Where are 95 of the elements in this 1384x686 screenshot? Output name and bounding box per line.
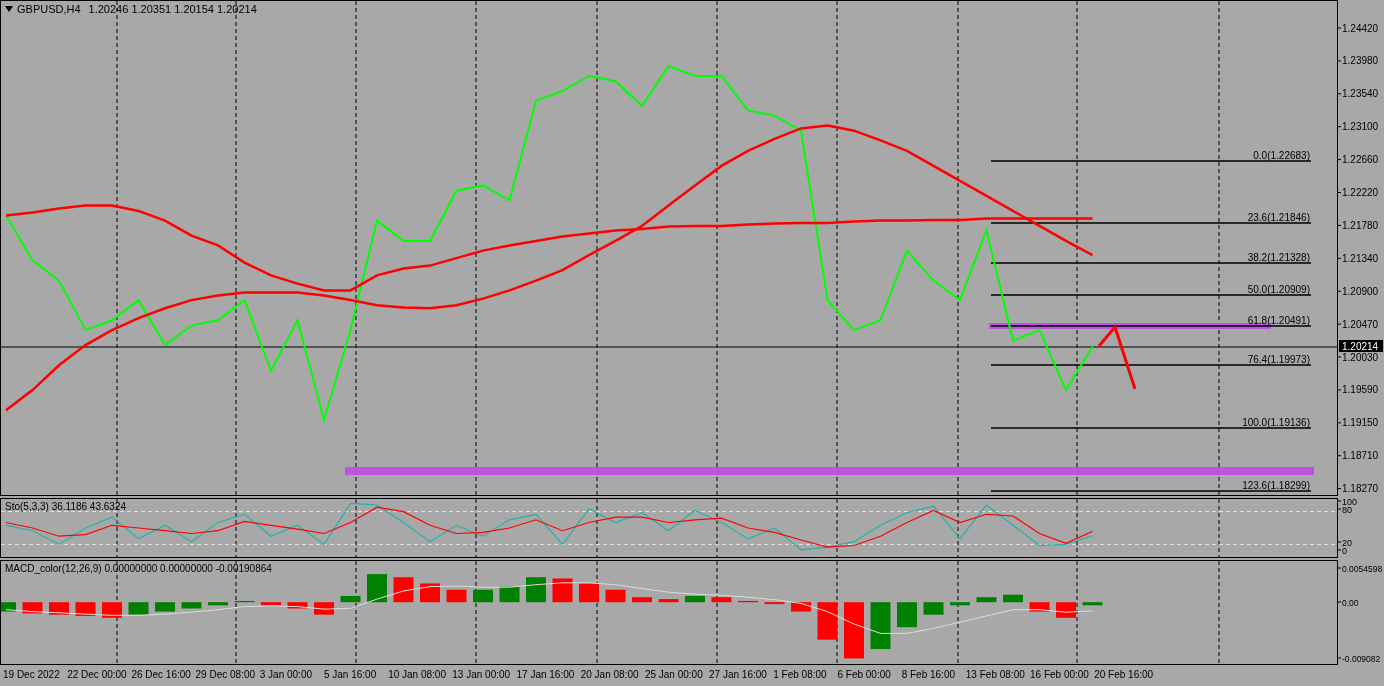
histogram-bar bbox=[1056, 602, 1076, 618]
histogram-bar bbox=[711, 597, 732, 603]
histogram-bar bbox=[287, 602, 308, 609]
time-axis-label: 25 Jan 00:00 bbox=[644, 668, 704, 682]
histogram-bar bbox=[658, 599, 679, 603]
histogram-bar bbox=[22, 602, 43, 614]
histogram-bar bbox=[870, 602, 891, 649]
histogram-bar bbox=[738, 600, 758, 603]
dropdown-icon[interactable] bbox=[5, 6, 13, 13]
histogram-bar bbox=[473, 589, 493, 603]
histogram-bar bbox=[128, 602, 149, 615]
histogram-bar bbox=[552, 578, 573, 603]
time-axis-label: 3 Jan 00:00 bbox=[259, 668, 313, 682]
histogram-bar bbox=[605, 589, 626, 603]
indicator-title: MACD_color(12,26,9) 0.00000000 0.00000000 -0.00190864 bbox=[5, 562, 272, 576]
time-axis-label: 16 Feb 00:00 bbox=[1030, 668, 1090, 682]
time-axis-label: 20 Jan 08:00 bbox=[580, 668, 640, 682]
axis-label: 0 bbox=[1342, 545, 1347, 556]
histogram-bar bbox=[367, 574, 387, 603]
time-axis-label: 1 Feb 08:00 bbox=[773, 668, 828, 682]
time-axis-label: 27 Jan 16:00 bbox=[709, 668, 768, 682]
time-axis-label: 6 Feb 00:00 bbox=[837, 668, 892, 682]
time-axis-label: 22 Dec 00:00 bbox=[67, 668, 128, 682]
current-price-tag: 1.20214 bbox=[1339, 340, 1383, 352]
fib-level-label: 50.0(1.20909) bbox=[1247, 284, 1310, 295]
time-axis-label: 26 Dec 16:00 bbox=[131, 668, 192, 682]
ohlc-values: 1.20246 1.20351 1.20154 1.20214 bbox=[88, 2, 257, 17]
axis-label: 100 bbox=[1342, 498, 1358, 507]
axis-label: -0.009082 bbox=[1342, 653, 1381, 664]
axis-label: 1.21780 bbox=[1342, 219, 1379, 231]
time-axis-label: 10 Jan 08:00 bbox=[388, 668, 447, 682]
histogram-bar bbox=[791, 602, 811, 612]
histogram-bar bbox=[579, 583, 599, 603]
axis-label: 1.23540 bbox=[1342, 88, 1379, 100]
histogram-bar bbox=[102, 602, 122, 618]
histogram-bar bbox=[632, 597, 652, 603]
time-axis-label: 20 Feb 16:00 bbox=[1094, 668, 1155, 682]
histogram-bar bbox=[950, 602, 970, 606]
time-axis-label: 19 Dec 2022 bbox=[3, 668, 61, 682]
axis-label: 1.20900 bbox=[1342, 285, 1379, 297]
time-axis-label: 8 Feb 16:00 bbox=[901, 668, 956, 682]
fib-level-label: 38.2(1.21328) bbox=[1247, 252, 1310, 263]
axis-label: 80 bbox=[1342, 504, 1352, 515]
histogram-bar bbox=[420, 583, 440, 603]
axis-label: 1.18270 bbox=[1342, 483, 1379, 495]
time-axis-label: 5 Jan 16:00 bbox=[323, 668, 378, 682]
histogram-bar bbox=[499, 586, 520, 603]
axis-label: 0.0054598 bbox=[1342, 563, 1383, 574]
histogram-bar bbox=[446, 589, 467, 603]
axis-label: 1.20030 bbox=[1342, 351, 1379, 363]
histogram-bar bbox=[976, 597, 997, 603]
histogram-bar bbox=[75, 602, 96, 616]
fib-level-label: 76.4(1.19973) bbox=[1247, 354, 1310, 365]
histogram-bar bbox=[261, 602, 281, 606]
histogram-bar bbox=[234, 600, 255, 603]
histogram-bar bbox=[155, 602, 175, 612]
time-axis-label: 13 Jan 00:00 bbox=[452, 668, 512, 682]
axis-label: 1.19150 bbox=[1342, 417, 1379, 429]
histogram-bar bbox=[764, 602, 785, 605]
histogram-bar bbox=[208, 602, 228, 606]
time-axis-label: 13 Feb 08:00 bbox=[965, 668, 1026, 682]
axis-label: 1.20470 bbox=[1342, 318, 1379, 330]
time-axis-label: 17 Jan 16:00 bbox=[516, 668, 576, 682]
axis-label: 1.22220 bbox=[1342, 187, 1379, 198]
time-axis-label: 29 Dec 08:00 bbox=[195, 668, 257, 682]
axis-label: 1.22660 bbox=[1342, 154, 1379, 166]
axis-label: 20 bbox=[1342, 537, 1352, 548]
fib-level-label: 0.0(1.22683) bbox=[1253, 150, 1310, 161]
fib-level-label: 61.8(1.20491) bbox=[1247, 315, 1310, 326]
axis-label: 1.23980 bbox=[1342, 55, 1379, 67]
histogram-bar bbox=[897, 602, 917, 628]
axis-label: 1.19590 bbox=[1342, 384, 1379, 396]
histogram-bar bbox=[1082, 602, 1103, 606]
fib-level-label: 23.6(1.21846) bbox=[1247, 212, 1310, 223]
fib-level-label: 100.0(1.19136) bbox=[1242, 417, 1310, 428]
histogram-bar bbox=[181, 602, 202, 609]
axis-label: 1.21340 bbox=[1342, 252, 1379, 264]
histogram-bar bbox=[1029, 602, 1050, 612]
histogram-bar bbox=[1, 602, 16, 612]
histogram-bar bbox=[340, 595, 361, 603]
fib-level-label: 123.6(1.18299) bbox=[1242, 480, 1310, 491]
histogram-bar bbox=[817, 602, 838, 640]
histogram-bar bbox=[393, 577, 414, 603]
symbol-label: GBPUSD,H4 bbox=[17, 2, 81, 17]
histogram-bar bbox=[1003, 594, 1023, 603]
axis-label: 0.00 bbox=[1342, 597, 1359, 608]
axis-label: 1.24420 bbox=[1342, 22, 1379, 34]
histogram-bar bbox=[844, 602, 864, 659]
histogram-bar bbox=[526, 577, 546, 603]
indicator-title: Sto(5,3,3) 36.1186 43.6324 bbox=[5, 500, 127, 514]
axis-label: 1.18710 bbox=[1342, 450, 1379, 462]
axis-label: 1.23100 bbox=[1342, 121, 1379, 133]
forecast-zigzag-drawing bbox=[1097, 323, 1137, 390]
histogram-bar bbox=[685, 595, 705, 603]
histogram-bar bbox=[923, 602, 944, 615]
